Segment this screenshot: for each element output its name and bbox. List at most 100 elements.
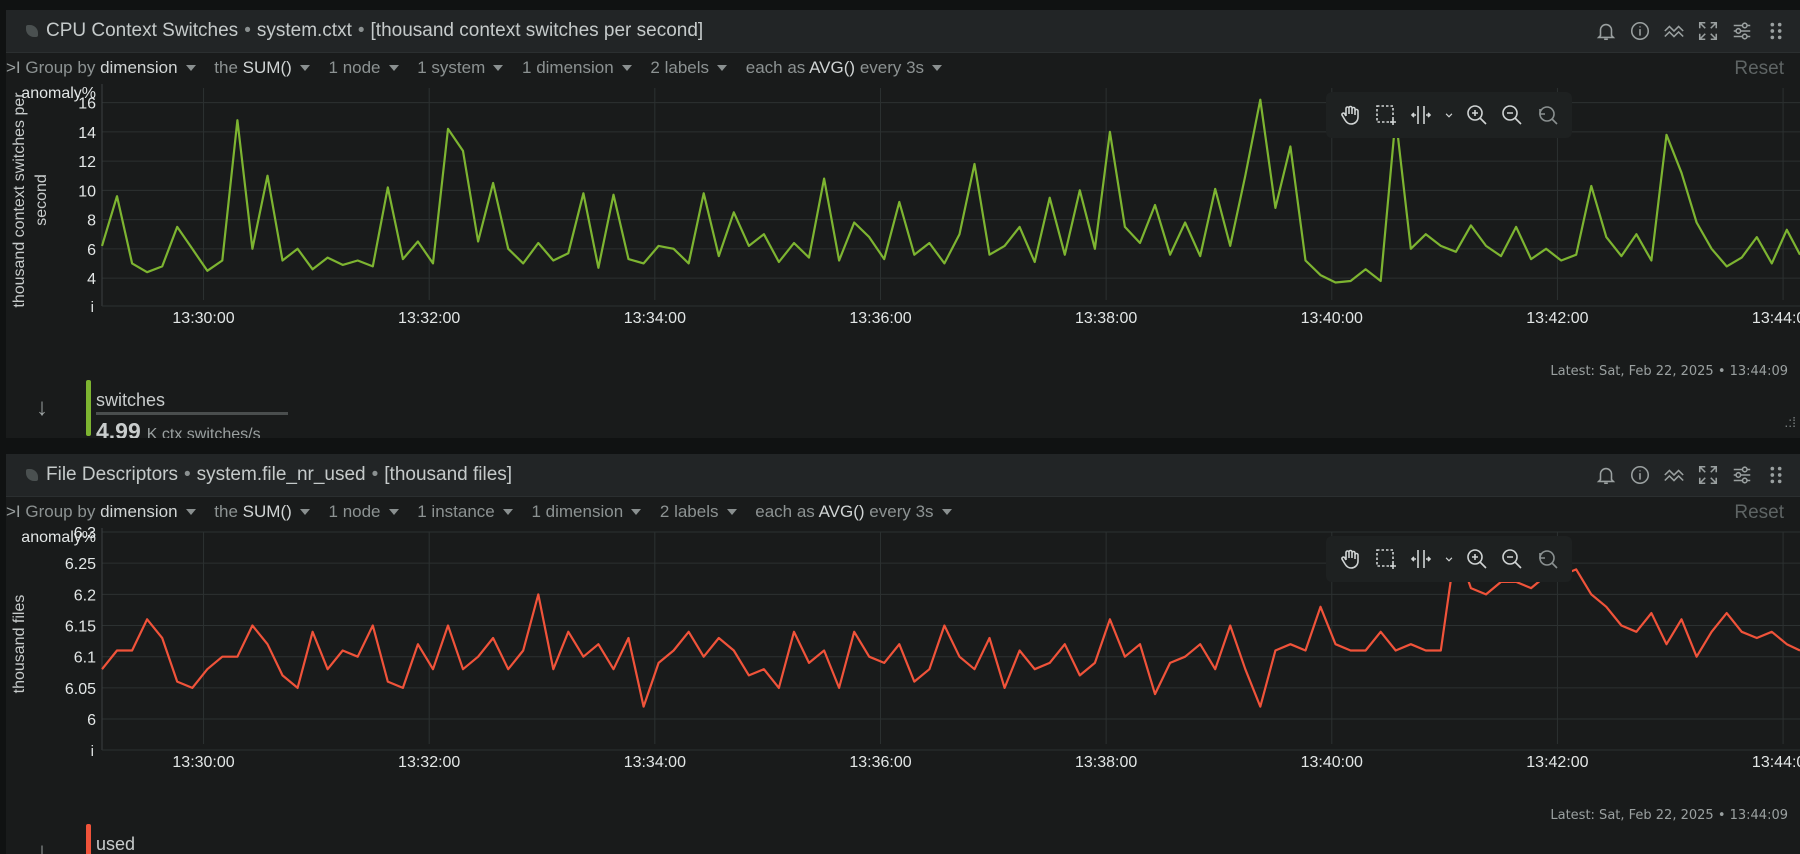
reset-button[interactable]: Reset bbox=[1734, 502, 1784, 524]
time-agg-value: AVG() bbox=[809, 58, 856, 77]
aggregation-dropdown[interactable]: the SUM() bbox=[214, 502, 310, 521]
chevron-down-icon bbox=[388, 509, 399, 515]
box-select-icon[interactable] bbox=[1371, 100, 1401, 130]
group-by-dropdown[interactable]: >I Group by dimension bbox=[6, 502, 196, 521]
reset-zoom-icon[interactable] bbox=[1533, 100, 1563, 130]
chart-context: system.ctxt bbox=[256, 20, 352, 41]
y-tick-label: 6 bbox=[87, 242, 96, 259]
chart-type-icon bbox=[26, 25, 38, 37]
anomaly-icon[interactable] bbox=[1660, 462, 1688, 488]
chevron-down-icon bbox=[932, 65, 943, 71]
drag-grid-icon[interactable] bbox=[1762, 18, 1790, 44]
group-by-value: dimension bbox=[100, 502, 178, 521]
dimensions-dropdown[interactable]: 1 dimension bbox=[522, 58, 632, 77]
chart-type-icon bbox=[26, 469, 38, 481]
aggregation-value: SUM() bbox=[242, 502, 292, 521]
chart-panel-file-descriptors: File Descriptors • system.file_nr_used • [th… bbox=[6, 454, 1800, 854]
chart-context: system.file_nr_used bbox=[196, 464, 366, 485]
group-by-value: dimension bbox=[100, 58, 178, 77]
header-actions bbox=[1592, 462, 1790, 488]
time-aggregation-dropdown[interactable]: each as AVG() every 3s bbox=[746, 58, 943, 77]
labels-dropdown[interactable]: 2 labels bbox=[650, 58, 728, 77]
sliders-icon[interactable] bbox=[1728, 18, 1756, 44]
bell-icon[interactable] bbox=[1592, 18, 1620, 44]
latest-timestamp: Latest: Sat, Feb 22, 2025 • 13:44:09 bbox=[1550, 808, 1788, 823]
aggregation-prefix: the bbox=[214, 58, 238, 77]
labels-dropdown[interactable]: 2 labels bbox=[660, 502, 737, 521]
x-tick-label: 13:42:00 bbox=[1526, 310, 1588, 327]
group-by-dropdown[interactable]: >I Group by dimension bbox=[6, 58, 196, 77]
anomaly-tick: i bbox=[91, 299, 94, 316]
reset-button[interactable]: Reset bbox=[1734, 58, 1784, 80]
fullscreen-icon[interactable] bbox=[1694, 18, 1722, 44]
x-tick-label: 13:32:00 bbox=[398, 310, 460, 327]
x-tick-label: 13:30:00 bbox=[172, 754, 234, 771]
info-icon[interactable] bbox=[1626, 18, 1654, 44]
horizontal-select-icon[interactable] bbox=[1406, 100, 1436, 130]
x-tick-label: 13:42:00 bbox=[1526, 754, 1588, 771]
pan-hand-icon[interactable] bbox=[1335, 100, 1365, 130]
panel-header: CPU Context Switches • system.ctxt • [thousa… bbox=[6, 10, 1800, 53]
chevron-down-icon[interactable] bbox=[1442, 544, 1456, 574]
y-tick-label: 6 bbox=[87, 712, 96, 729]
instances-dropdown[interactable]: 1 system bbox=[417, 58, 504, 77]
resize-handle-icon[interactable]: .:⁞ bbox=[1784, 414, 1796, 430]
anomaly-icon[interactable] bbox=[1660, 18, 1688, 44]
y-tick-label: 14 bbox=[78, 125, 96, 142]
horizontal-select-icon[interactable] bbox=[1406, 544, 1436, 574]
dimensions-dropdown[interactable]: 1 dimension bbox=[531, 502, 642, 521]
arrow-down-icon[interactable]: ↓ bbox=[36, 838, 48, 854]
nodes-dropdown[interactable]: 1 node bbox=[329, 502, 399, 521]
arrow-down-icon[interactable]: ↓ bbox=[36, 394, 48, 422]
nodes-dropdown[interactable]: 1 node bbox=[329, 58, 399, 77]
legend: ↓ switches 4.99 K ctx switches/s bbox=[6, 380, 1800, 438]
y-tick-label: 6.15 bbox=[65, 619, 96, 636]
legend-series-name[interactable]: used bbox=[96, 834, 135, 854]
zoom-in-icon[interactable] bbox=[1462, 544, 1492, 574]
chevron-down-icon bbox=[185, 65, 196, 71]
y-axis-title: thousand context switches per second bbox=[11, 92, 50, 308]
time-agg-interval: every 3s bbox=[869, 502, 934, 521]
sliders-icon[interactable] bbox=[1728, 462, 1756, 488]
anomaly-label: anomaly% bbox=[21, 529, 96, 546]
box-select-icon[interactable] bbox=[1371, 544, 1401, 574]
info-icon[interactable] bbox=[1626, 462, 1654, 488]
chevron-down-icon bbox=[631, 509, 642, 515]
chevron-down-icon[interactable] bbox=[1442, 100, 1456, 130]
reset-zoom-icon[interactable] bbox=[1533, 544, 1563, 574]
labels-value: 2 labels bbox=[650, 58, 710, 77]
chevron-down-icon bbox=[941, 509, 952, 515]
panel-title: CPU Context Switches • system.ctxt • [thousa… bbox=[26, 20, 703, 42]
time-aggregation-dropdown[interactable]: each as AVG() every 3s bbox=[755, 502, 952, 521]
zoom-in-icon[interactable] bbox=[1462, 100, 1492, 130]
title-separator: • bbox=[357, 20, 365, 41]
y-tick-label: 8 bbox=[87, 213, 96, 230]
legend: ↓ used bbox=[6, 824, 1800, 854]
chart-tools-overlay bbox=[1326, 92, 1572, 138]
zoom-out-icon[interactable] bbox=[1497, 544, 1527, 574]
title-separator: • bbox=[244, 20, 251, 41]
legend-series-name[interactable]: switches bbox=[96, 390, 165, 411]
group-by-label: Group by bbox=[25, 58, 96, 77]
legend-color-bar bbox=[86, 824, 91, 854]
x-tick-label: 13:44:00 bbox=[1752, 310, 1800, 327]
legend-underline bbox=[96, 412, 288, 415]
fullscreen-icon[interactable] bbox=[1694, 462, 1722, 488]
bell-icon[interactable] bbox=[1592, 462, 1620, 488]
drag-grid-icon[interactable] bbox=[1762, 462, 1790, 488]
zoom-out-icon[interactable] bbox=[1497, 100, 1527, 130]
panel-title: File Descriptors • system.file_nr_used • [th… bbox=[26, 464, 512, 486]
instances-dropdown[interactable]: 1 instance bbox=[417, 502, 513, 521]
chevron-down-icon bbox=[717, 65, 728, 71]
x-tick-label: 13:44:00 bbox=[1752, 754, 1800, 771]
legend-value: 4.99 K ctx switches/s bbox=[96, 418, 261, 438]
x-tick-label: 13:38:00 bbox=[1075, 310, 1137, 327]
aggregation-dropdown[interactable]: the SUM() bbox=[214, 58, 310, 77]
x-tick-label: 13:36:00 bbox=[849, 310, 911, 327]
pan-hand-icon[interactable] bbox=[1335, 544, 1365, 574]
chevron-down-icon bbox=[502, 509, 513, 515]
dimensions-value: 1 dimension bbox=[522, 58, 614, 77]
chart-units: [thousand context switches per second] bbox=[370, 20, 704, 41]
chevron-down-icon bbox=[621, 65, 632, 71]
y-tick-label: 10 bbox=[78, 183, 96, 200]
